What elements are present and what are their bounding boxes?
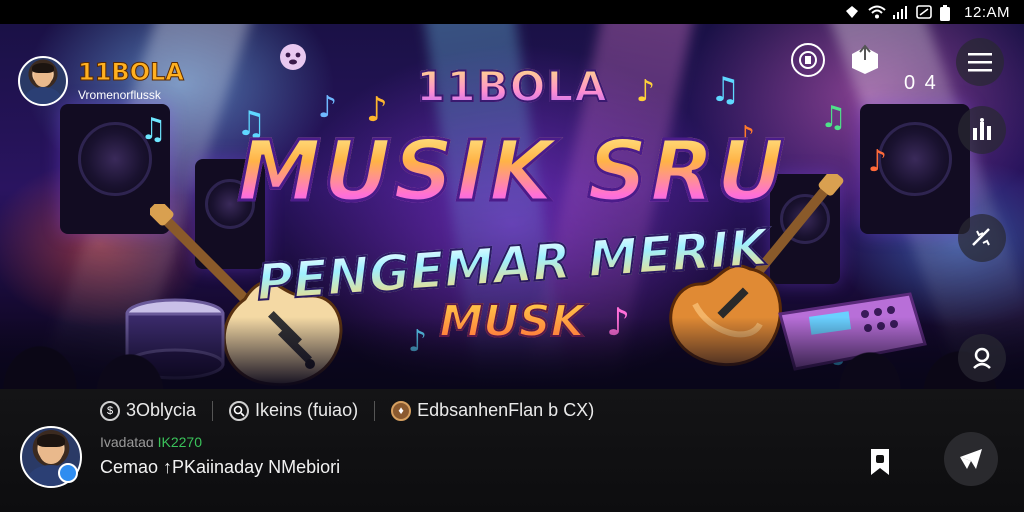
share-button[interactable] bbox=[944, 432, 998, 486]
meta-label: Ivadataɑ bbox=[100, 434, 154, 450]
view-counter: 0 4 bbox=[904, 72, 938, 94]
tag-row: $ 3Oblycia Ikeins (fuiao) ♦ EdbsanhenFla… bbox=[100, 400, 594, 421]
bookmark-icon bbox=[871, 449, 889, 475]
channel-subtitle: Vromenorflussk bbox=[78, 88, 161, 102]
location-icon bbox=[844, 5, 860, 19]
status-bar: 12:AM bbox=[0, 0, 1024, 24]
emblem-icon: ♦ bbox=[391, 400, 412, 421]
wifi-icon bbox=[868, 5, 886, 19]
cast-icon[interactable] bbox=[790, 42, 826, 78]
stats-icon[interactable] bbox=[958, 106, 1006, 154]
tag-label: EdbsanhenFlan b CX) bbox=[417, 400, 595, 420]
tag-item[interactable]: $ 3Oblycia bbox=[100, 400, 196, 421]
coin-icon: $ bbox=[100, 400, 120, 421]
banner-subtitle-2: MUSK bbox=[0, 295, 1024, 348]
search-icon bbox=[229, 400, 250, 421]
channel-name[interactable]: 11BOLA bbox=[78, 60, 185, 85]
share-icon bbox=[960, 449, 982, 469]
menu-icon[interactable] bbox=[956, 38, 1004, 86]
tag-item[interactable]: Ikeins (fuiao) bbox=[229, 400, 358, 421]
banner-main-title: MUSIK SRU bbox=[0, 121, 1024, 222]
battery-icon bbox=[940, 5, 956, 21]
save-button[interactable] bbox=[858, 440, 902, 484]
status-time: 12:AM bbox=[964, 3, 1010, 21]
meta-id: IK2270 bbox=[157, 434, 202, 450]
sparkle-icon[interactable] bbox=[958, 214, 1006, 262]
smiley-icon[interactable] bbox=[278, 42, 308, 72]
channel-avatar[interactable] bbox=[18, 56, 68, 106]
profile-icon[interactable] bbox=[958, 334, 1006, 382]
video-banner[interactable]: ♫ ♫ ♪ ♪ ♪ ♫ ♪ ♫ ♪ ♪ ♪ ♪ 1 bbox=[0, 24, 1024, 389]
signal-icon bbox=[892, 5, 908, 19]
verified-badge-icon bbox=[58, 463, 78, 483]
tag-item[interactable]: ♦ EdbsanhenFlan b CX) bbox=[391, 400, 594, 421]
tag-label: Ikeins (fuiao) bbox=[255, 400, 359, 420]
channel-header[interactable]: 11BOLA Vromenorflussk bbox=[18, 56, 184, 106]
divider bbox=[212, 400, 214, 421]
tag-label: 3Oblycia bbox=[126, 400, 197, 420]
nfc-icon bbox=[916, 5, 932, 19]
divider bbox=[374, 400, 376, 421]
share-box-icon[interactable] bbox=[848, 42, 882, 76]
video-meta: Ivadataɑ IK2270 bbox=[100, 434, 202, 450]
video-description: Cemao ↑PKaiinaday NMebiori bbox=[100, 457, 341, 477]
